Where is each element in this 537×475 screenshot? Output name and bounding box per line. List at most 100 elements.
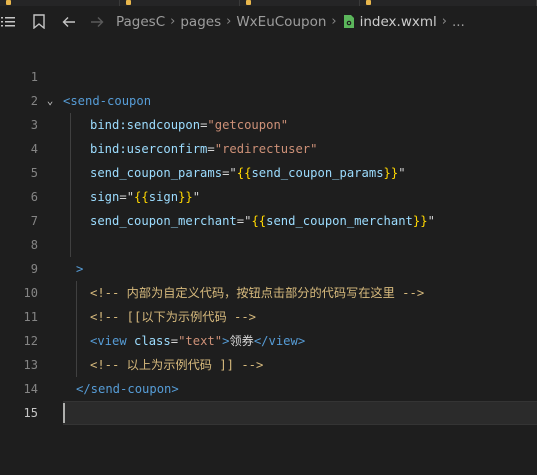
line-number: 1 [30,70,38,84]
code-line[interactable]: 5 send_coupon_params="{{send_coupon_param… [0,161,537,185]
code-editor[interactable]: 1 2 ⌄ <send-coupon 3 bind:sendcoupon="getcoup… [0,65,537,425]
code-text: <!-- [[以下为示例代码 --> [90,305,256,329]
code-text: bind:userconfirm="redirectuser" [90,137,317,161]
code-text: </send-coupon> [76,377,179,401]
code-token: " [126,190,135,204]
line-number: 12 [23,334,38,348]
code-token: {{ [251,214,267,228]
code-token: send_coupon_params [90,166,223,180]
code-token: = [119,190,127,204]
code-text: bind:sendcoupon="getcoupon" [90,113,288,137]
code-token: {{ [236,166,252,180]
code-line[interactable]: 6 sign="{{sign}}" [0,185,537,209]
code-line[interactable]: 14 </send-coupon> [0,377,537,401]
code-line[interactable]: 7 send_coupon_merchant="{{send_coupon_mer… [0,209,537,233]
code-token: send_coupon_merchant [90,214,237,228]
code-token: send_coupon_merchant [266,214,413,228]
code-token: <view [90,334,135,348]
code-token: }} [412,214,428,228]
code-line[interactable]: 4 bind:userconfirm="redirectuser" [0,137,537,161]
chevron-right-icon: › [226,14,232,29]
line-number: 8 [30,238,38,252]
code-line[interactable]: 9 > [0,257,537,281]
code-token: "text" [178,334,223,348]
code-token: " [192,190,201,204]
code-token: sign [90,190,120,204]
breadcrumb-more[interactable]: ... [452,14,465,30]
code-text: send_coupon_params="{{send_coupon_params… [90,161,406,185]
breadcrumb-item[interactable]: PagesC [116,14,165,30]
line-number: 6 [30,190,38,204]
code-token: 领券 [229,334,254,348]
code-token: }} [178,190,193,204]
line-number: 10 [23,286,38,300]
chevron-right-icon: › [170,14,176,29]
file-icon [366,0,371,5]
code-token: <!-- 以上为示例代码 ]] --> [90,358,264,372]
code-token: "getcoupon" [207,118,289,132]
code-line[interactable]: 13 <!-- 以上为示例代码 ]] --> [0,353,537,377]
code-text: <!-- 以上为示例代码 ]] --> [90,353,263,377]
code-token: " [427,214,435,228]
code-token: </view> [253,334,306,348]
code-text: > [76,257,83,281]
file-icon [126,0,131,5]
editor-toolbar: PagesC › pages › WxEuCoupon › index.wxml… [0,6,537,37]
code-line[interactable]: 1 [0,65,537,89]
code-token: = [236,214,245,228]
code-line[interactable]: 8 [0,233,537,257]
breadcrumb-file[interactable]: index.wxml [360,14,437,30]
line-number: 4 [30,142,38,156]
wxml-file-icon [342,13,356,31]
text-cursor [63,403,65,423]
chevron-right-icon: › [331,14,337,29]
list-icon[interactable] [0,13,16,31]
code-token: }} [383,166,399,180]
fold-chevron-icon[interactable]: ⌄ [44,89,56,113]
line-number: 15 [23,406,38,420]
file-icon [246,0,251,5]
code-text: sign="{{sign}}" [90,185,200,209]
arrow-left-icon[interactable] [60,13,78,31]
code-text: send_coupon_merchant="{{send_coupon_merc… [90,209,435,233]
code-token: " [229,166,237,180]
code-token: <!-- [[以下为示例代码 --> [90,310,257,324]
breadcrumb-item[interactable]: WxEuCoupon [236,14,326,30]
code-text: <!-- 内部为自定义代码，按钮点击部分的代码写在这里 --> [90,281,424,305]
code-token: sign [148,190,179,204]
line-number: 9 [30,262,38,276]
code-line[interactable]: 10 <!-- 内部为自定义代码，按钮点击部分的代码写在这里 --> [0,281,537,305]
code-token: <!-- 内部为自定义代码，按钮点击部分的代码写在这里 --> [90,286,425,300]
line-number: 3 [30,118,38,132]
code-line[interactable]: 12 <view class="text">领券</view> [0,329,537,353]
code-token: "redirectuser" [214,142,318,156]
code-token: = [207,142,215,156]
line-number: 5 [30,166,38,180]
code-token: {{ [134,190,149,204]
line-number: 13 [23,358,38,372]
code-token: <send-coupon [63,94,152,108]
code-text: <send-coupon [63,89,151,113]
code-line[interactable]: 15 [0,401,537,425]
code-token: = [170,334,179,348]
code-token: " [398,166,406,180]
code-token: > [76,262,84,276]
code-text: <view class="text">领券</view> [90,329,305,353]
code-line[interactable]: 3 bind:sendcoupon="getcoupon" [0,113,537,137]
line-number: 14 [23,382,38,396]
line-number: 7 [30,214,38,228]
line-number: 2 [30,94,38,108]
code-token: send_coupon_params [251,166,384,180]
code-token: </send-coupon> [76,382,179,396]
bookmark-icon[interactable] [30,13,48,31]
code-token: bind:userconfirm [90,142,208,156]
code-line[interactable]: 2 ⌄ <send-coupon [0,89,537,113]
chevron-right-icon: › [441,14,447,29]
line-number: 11 [23,310,38,324]
code-token: class [134,334,171,348]
file-icon [6,0,11,5]
code-token: bind:sendcoupon [90,118,201,132]
breadcrumb-item[interactable]: pages [180,14,221,30]
arrow-right-icon[interactable] [88,13,106,31]
code-line[interactable]: 11 <!-- [[以下为示例代码 --> [0,305,537,329]
